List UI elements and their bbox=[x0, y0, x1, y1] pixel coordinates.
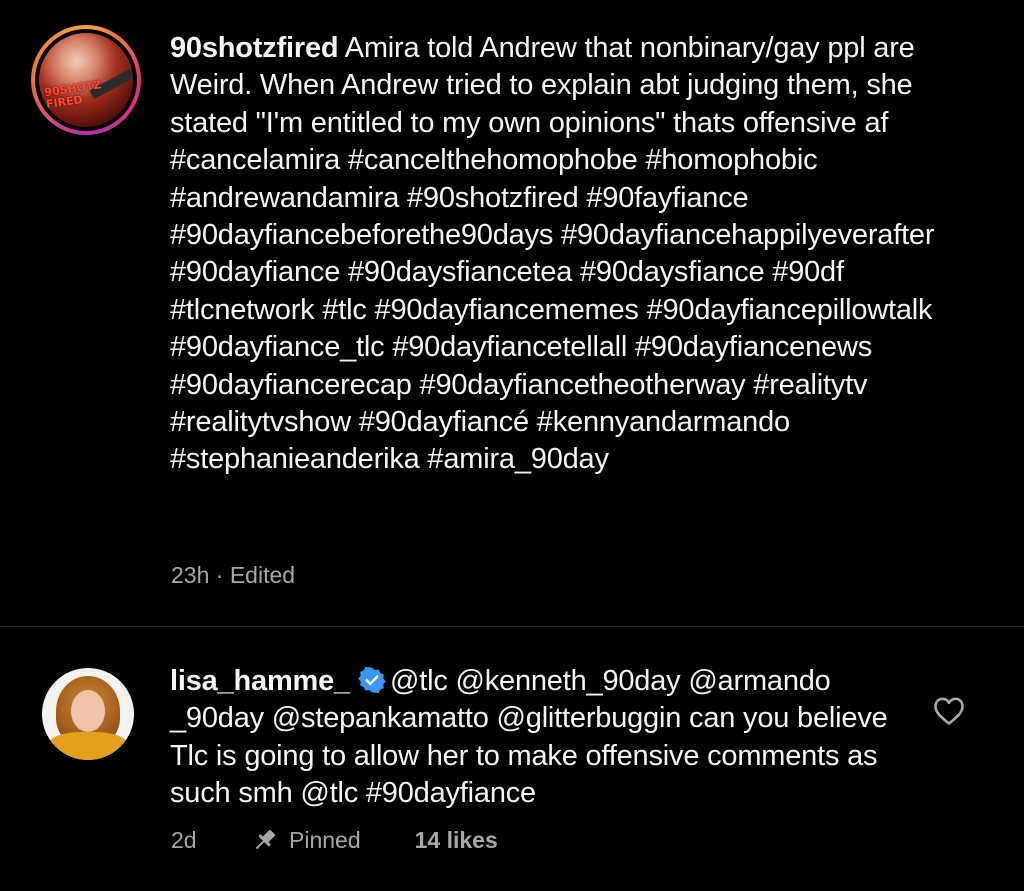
post-author-username[interactable]: 90shotzfired bbox=[170, 32, 339, 64]
caption-text: Amira told Andrew that nonbinary/gay ppl… bbox=[170, 32, 935, 476]
story-ring[interactable]: 90SHOTZ FIRED bbox=[31, 25, 141, 135]
edited-label: Edited bbox=[229, 562, 296, 588]
likes-count-link[interactable]: 14 likes bbox=[415, 827, 498, 854]
comment: lisa_hamme_ @tlc @kenneth_90day @armando … bbox=[170, 663, 910, 813]
commenter-avatar[interactable] bbox=[42, 668, 134, 760]
post-timestamp: 23h bbox=[171, 562, 210, 588]
comments-screen: 90SHOTZ FIRED 90shotzfired Amira told An… bbox=[0, 0, 1024, 891]
post-meta: 23h · Edited bbox=[171, 562, 295, 589]
heart-outline-icon[interactable] bbox=[933, 696, 965, 726]
pin-icon bbox=[251, 826, 279, 854]
caption-post: 90SHOTZ FIRED 90shotzfired Amira told An… bbox=[0, 0, 1024, 626]
post-caption: 90shotzfired Amira told Andrew that nonb… bbox=[170, 30, 970, 479]
verified-badge-icon bbox=[358, 666, 386, 694]
comment-meta: 2d Pinned 14 likes bbox=[171, 825, 498, 855]
pinned-label: Pinned bbox=[289, 826, 361, 853]
commenter-username[interactable]: lisa_hamme_ bbox=[170, 665, 350, 697]
meta-separator: · bbox=[215, 562, 224, 588]
comment-timestamp: 2d bbox=[171, 826, 197, 853]
divider bbox=[0, 626, 1024, 627]
post-author-avatar[interactable]: 90SHOTZ FIRED bbox=[39, 33, 133, 127]
avatar-logo-text: 90SHOTZ FIRED bbox=[43, 78, 103, 112]
